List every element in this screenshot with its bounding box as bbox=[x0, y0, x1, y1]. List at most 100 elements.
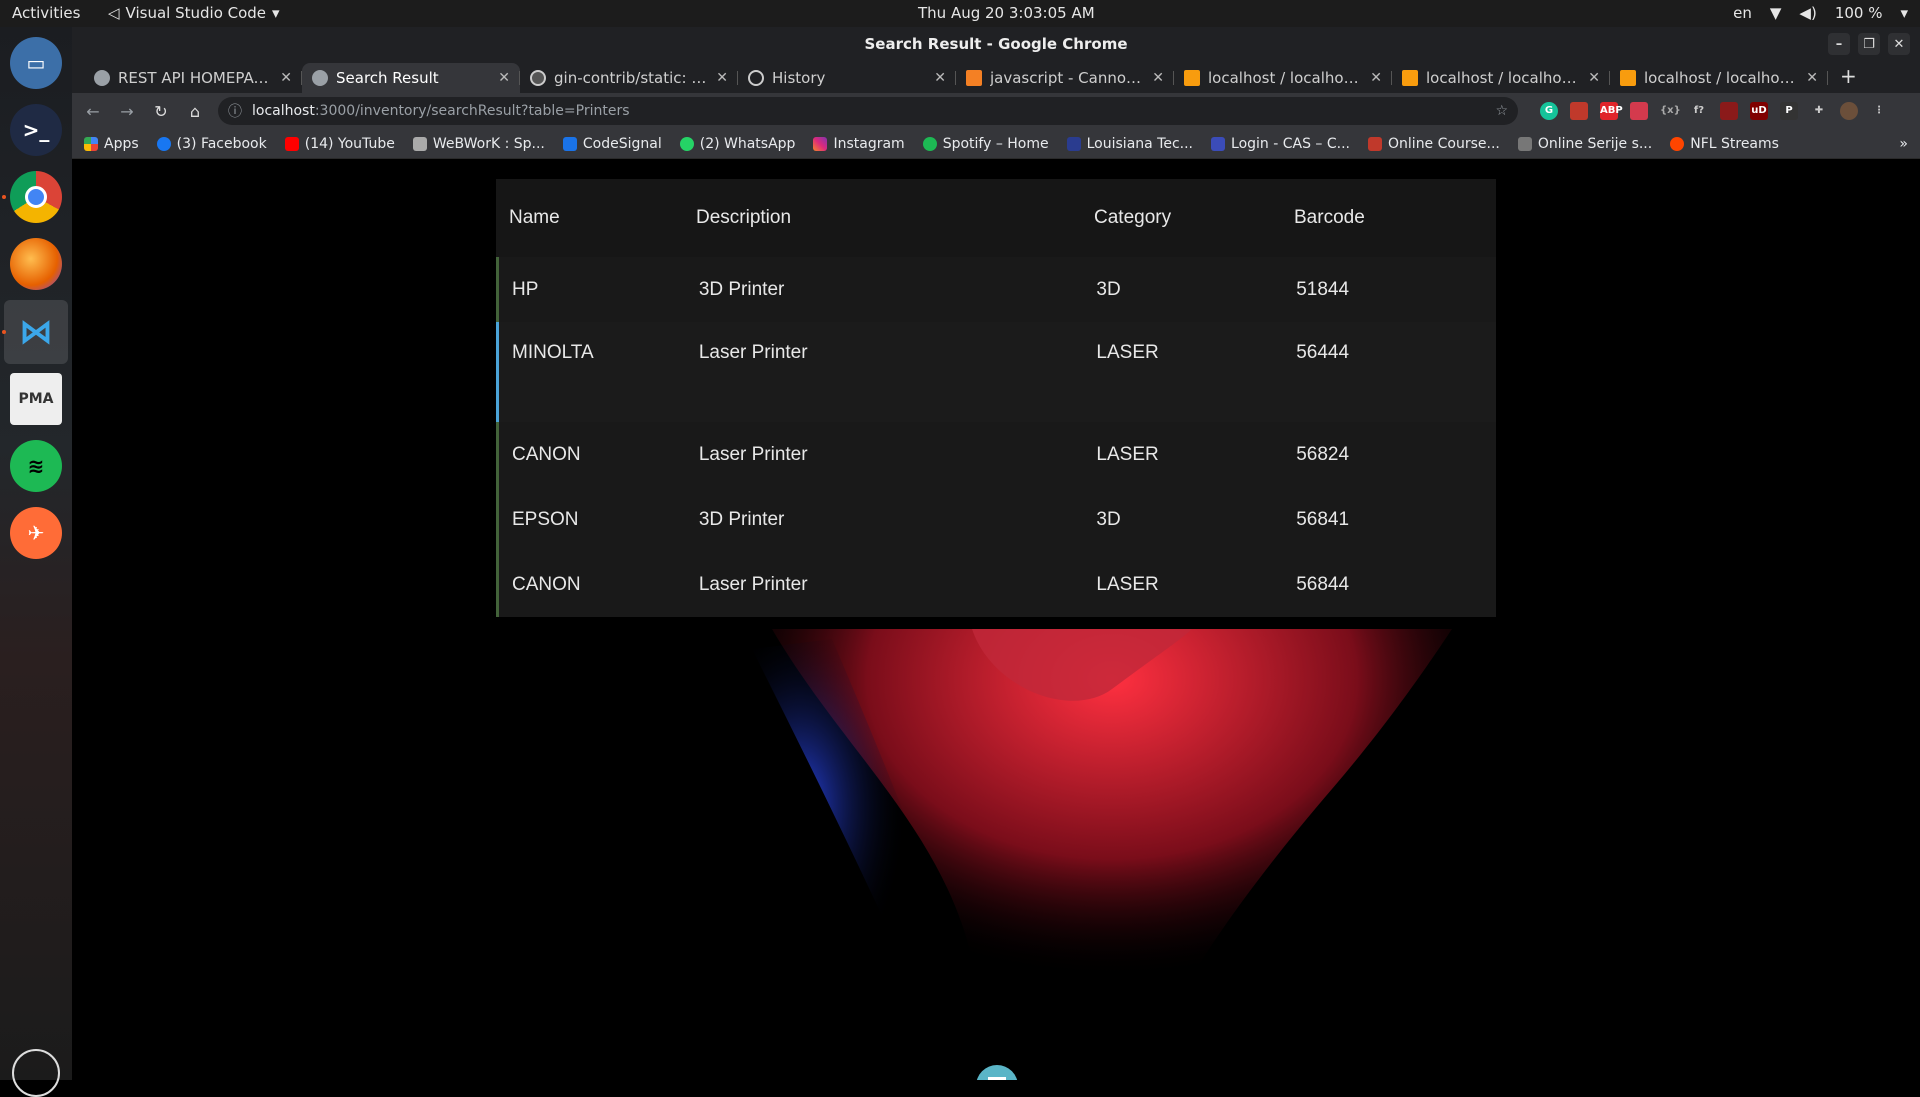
cell-category: 3D bbox=[1096, 278, 1121, 300]
pma-icon[interactable]: PMA bbox=[10, 373, 62, 425]
close-tab-icon[interactable]: ✕ bbox=[934, 70, 946, 86]
spotify-icon[interactable]: ≋ bbox=[10, 440, 62, 492]
cell-name: CANON bbox=[512, 443, 581, 465]
cell-category: 3D bbox=[1096, 508, 1121, 530]
facebook-icon bbox=[156, 136, 171, 151]
window-titlebar: Search Result - Google Chrome – ❐ ✕ bbox=[72, 27, 1920, 61]
app-menu[interactable]: ◁ Visual Studio Code ▾ bbox=[108, 4, 280, 22]
bookmark-instagram[interactable]: Instagram bbox=[813, 136, 905, 152]
cell-barcode: 56444 bbox=[1296, 342, 1350, 363]
activities-button[interactable]: Activities bbox=[12, 4, 80, 22]
column-header-barcode[interactable]: Barcode bbox=[1294, 207, 1494, 229]
column-header-category[interactable]: Category bbox=[1094, 207, 1294, 229]
terminal-icon[interactable]: >_ bbox=[10, 104, 62, 156]
table-row[interactable]: CANON Laser Printer LASER 56824 bbox=[496, 422, 1496, 487]
menu-icon[interactable]: ⋮ bbox=[1870, 102, 1888, 120]
tab-strip: REST API HOMEPAGE ✕ Search Result ✕ gin-… bbox=[72, 61, 1920, 93]
reload-icon[interactable]: ↻ bbox=[150, 102, 172, 121]
close-tab-icon[interactable]: ✕ bbox=[498, 70, 510, 86]
close-tab-icon[interactable]: ✕ bbox=[1370, 70, 1382, 86]
maximize-icon[interactable]: ❐ bbox=[1858, 33, 1880, 55]
language-indicator[interactable]: en bbox=[1733, 4, 1752, 22]
column-header-description[interactable]: Description bbox=[696, 207, 1094, 229]
ublock-icon[interactable]: uD bbox=[1750, 102, 1768, 120]
puzzle-icon[interactable]: ✚ bbox=[1810, 102, 1828, 120]
bookmark-online-serije[interactable]: Online Serije s... bbox=[1517, 135, 1653, 152]
tab-stackoverflow[interactable]: javascript - Cannot rea ✕ bbox=[956, 63, 1174, 93]
bookmark-login-cas[interactable]: Login - CAS – C... bbox=[1211, 136, 1350, 152]
close-tab-icon[interactable]: ✕ bbox=[1152, 70, 1164, 86]
chevron-right-icon[interactable]: » bbox=[1899, 136, 1908, 152]
bookmark-webwork[interactable]: WeBWorK : Sp... bbox=[412, 136, 545, 152]
stackoverflow-icon bbox=[966, 70, 982, 86]
extension-icon[interactable] bbox=[1630, 102, 1648, 120]
bookmark-nfl-streams[interactable]: NFL Streams bbox=[1670, 136, 1779, 152]
forward-icon[interactable]: → bbox=[116, 102, 138, 121]
column-header-name[interactable]: Name bbox=[496, 207, 696, 229]
url-host: localhost bbox=[252, 103, 315, 119]
chrome-icon[interactable] bbox=[10, 171, 62, 223]
bookmark-label: CodeSignal bbox=[582, 135, 662, 152]
firefox-icon[interactable] bbox=[10, 238, 62, 290]
tab-label: gin-contrib/static: Stat bbox=[554, 69, 709, 87]
new-tab-button[interactable]: + bbox=[1828, 64, 1869, 93]
show-applications-icon[interactable] bbox=[12, 1049, 60, 1097]
close-tab-icon[interactable]: ✕ bbox=[716, 70, 728, 86]
back-icon[interactable]: ← bbox=[82, 102, 104, 121]
home-icon[interactable]: ⌂ bbox=[184, 102, 206, 121]
tab-phpmyadmin-3[interactable]: localhost / localhost / ✕ bbox=[1610, 63, 1828, 93]
close-tab-icon[interactable]: ✕ bbox=[1806, 70, 1818, 86]
tab-rest-api[interactable]: REST API HOMEPAGE ✕ bbox=[84, 63, 302, 93]
tab-history[interactable]: History ✕ bbox=[738, 63, 956, 93]
minimize-icon[interactable]: – bbox=[1828, 33, 1850, 55]
bookmark-louisiana-tech[interactable]: Louisiana Tec... bbox=[1066, 135, 1194, 152]
bookmark-youtube[interactable]: (14) YouTube bbox=[284, 136, 395, 152]
phpmyadmin-icon bbox=[1620, 70, 1636, 86]
close-icon[interactable]: ✕ bbox=[1888, 33, 1910, 55]
tab-phpmyadmin-1[interactable]: localhost / localhost / ✕ bbox=[1174, 63, 1392, 93]
clock[interactable]: Thu Aug 20 3:03:05 AM bbox=[918, 4, 1095, 22]
star-icon[interactable]: ☆ bbox=[1495, 103, 1508, 119]
table-row[interactable]: HP 3D Printer 3D 51844 bbox=[496, 257, 1496, 322]
tab-gin-contrib[interactable]: gin-contrib/static: Stat ✕ bbox=[520, 63, 738, 93]
cell-description: 3D Printer bbox=[698, 508, 785, 530]
table-header: Name Description Category Barcode bbox=[496, 179, 1496, 257]
files-icon[interactable]: ▭ bbox=[10, 37, 62, 89]
table-row-selected[interactable]: MINOLTA Laser Printer LASER 56444 bbox=[496, 322, 1496, 422]
cell-barcode: 56844 bbox=[1296, 573, 1350, 595]
info-icon[interactable]: ⓘ bbox=[228, 101, 242, 121]
instagram-icon bbox=[813, 136, 828, 151]
bookmark-online-course[interactable]: Online Course... bbox=[1368, 136, 1500, 152]
grammarly-icon[interactable]: G bbox=[1540, 102, 1558, 120]
vscode-icon[interactable]: ⋈ bbox=[10, 306, 62, 358]
postman-icon[interactable]: ✈ bbox=[10, 507, 62, 559]
close-tab-icon[interactable]: ✕ bbox=[280, 70, 292, 86]
cell-barcode: 56841 bbox=[1296, 508, 1350, 530]
system-tray[interactable]: en ▼ ◀) 100 % ▾ bbox=[1733, 4, 1908, 22]
cell-category: LASER bbox=[1096, 573, 1159, 595]
address-bar[interactable]: ⓘ localhost:3000/inventory/searchResult?… bbox=[218, 97, 1518, 125]
wifi-icon: ▼ bbox=[1769, 4, 1782, 22]
extension-icon[interactable]: P bbox=[1780, 102, 1798, 120]
close-tab-icon[interactable]: ✕ bbox=[1588, 70, 1600, 86]
bookmark-codesignal[interactable]: CodeSignal bbox=[562, 135, 662, 152]
reddit-icon bbox=[1670, 136, 1685, 151]
adblock-icon[interactable]: ABP bbox=[1600, 102, 1623, 120]
tab-phpmyadmin-2[interactable]: localhost / localhost / ✕ bbox=[1392, 63, 1610, 93]
bookmark-whatsapp[interactable]: (2) WhatsApp bbox=[679, 136, 795, 152]
bookmark-label: NFL Streams bbox=[1690, 135, 1779, 152]
table-row[interactable]: CANON Laser Printer LASER 56844 bbox=[496, 552, 1496, 617]
bookmark-spotify[interactable]: Spotify – Home bbox=[922, 136, 1049, 152]
bookmark-apps[interactable]: Apps bbox=[84, 136, 139, 152]
bookmark-facebook[interactable]: (3) Facebook bbox=[156, 136, 267, 152]
extension-icon[interactable] bbox=[1720, 102, 1738, 120]
bookmark-label: Louisiana Tec... bbox=[1086, 135, 1194, 152]
bookmark-label: Online Serije s... bbox=[1537, 135, 1653, 152]
table-row[interactable]: EPSON 3D Printer 3D 56841 bbox=[496, 487, 1496, 552]
extension-icon[interactable] bbox=[1570, 102, 1588, 120]
extension-icon[interactable]: {x} bbox=[1660, 102, 1681, 120]
bookmark-label: Apps bbox=[104, 135, 139, 152]
formula-icon[interactable]: f? bbox=[1690, 102, 1708, 120]
tab-search-result[interactable]: Search Result ✕ bbox=[302, 63, 520, 93]
avatar[interactable] bbox=[1840, 102, 1858, 120]
